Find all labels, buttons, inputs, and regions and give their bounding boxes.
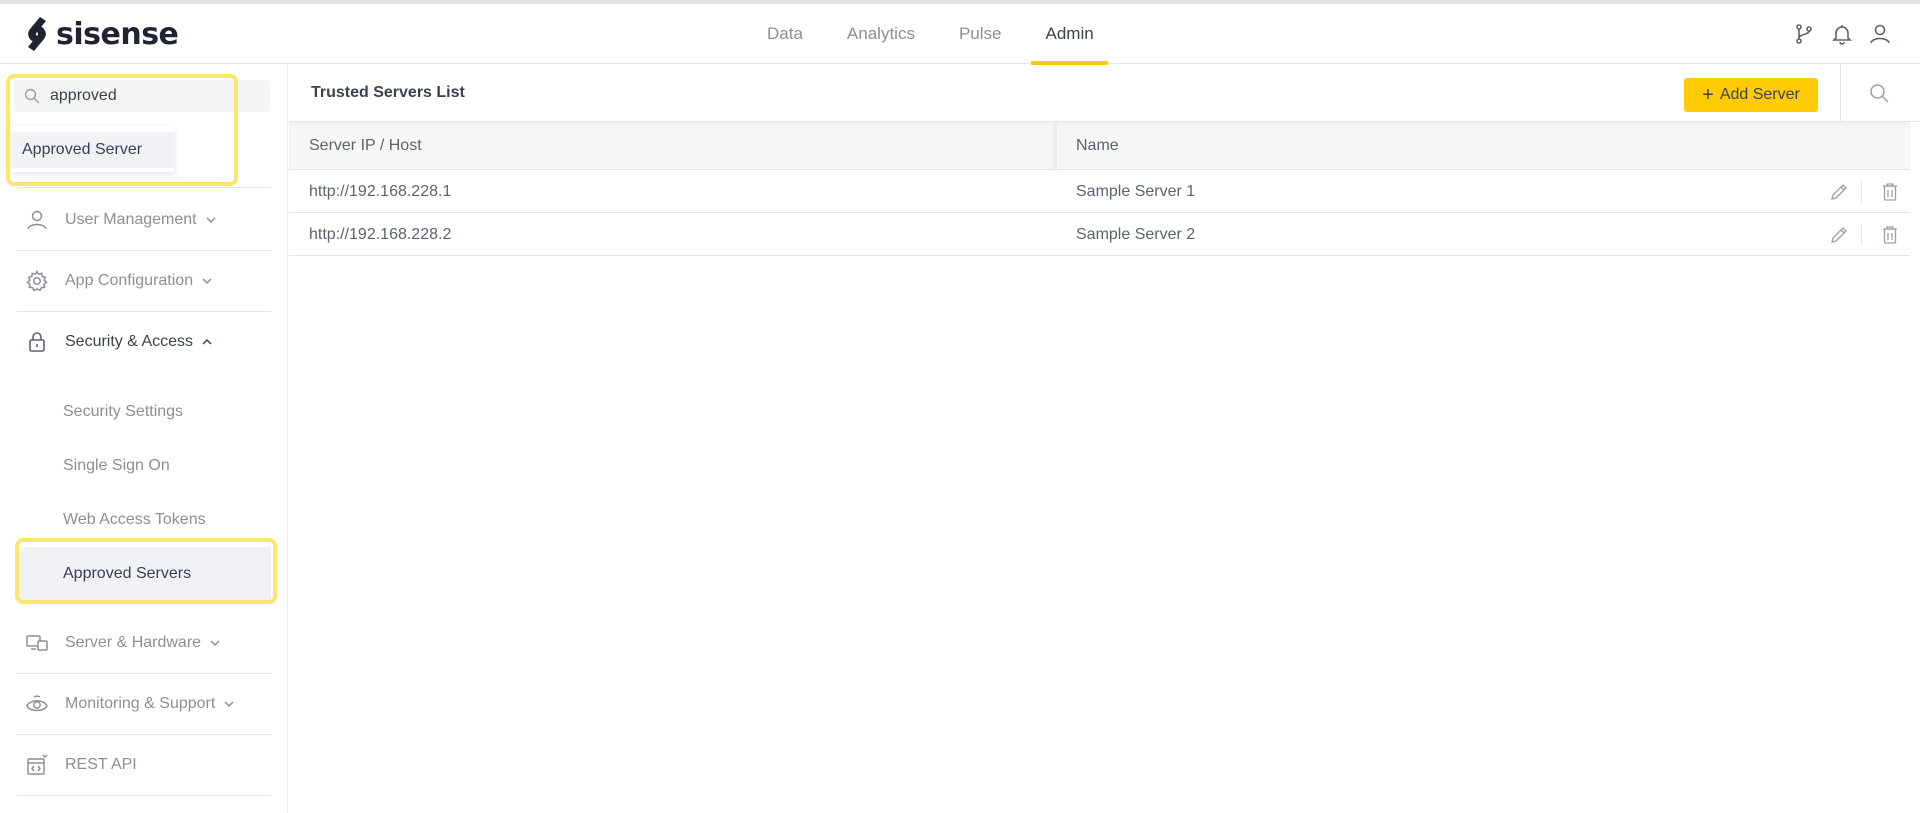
sisense-logo[interactable]: sisense [22, 14, 179, 54]
divider [17, 795, 271, 796]
chevron-down-icon [206, 217, 216, 224]
divider [17, 734, 271, 735]
search-suggestions: Approved Server [12, 126, 174, 172]
user-icon[interactable] [1868, 22, 1892, 46]
divider [1861, 181, 1862, 203]
table-header: Server IP / Host Name [289, 122, 1910, 170]
sidebar-item-label: Server & Hardware [65, 634, 202, 651]
sidebar-subitem-single-sign-on[interactable]: Single Sign On [17, 439, 271, 493]
sidebar-item-label: App Configuration [65, 272, 194, 289]
main-content: Trusted Servers List + Add Server Server… [289, 64, 1920, 813]
sidebar-subitem-web-access-tokens[interactable]: Web Access Tokens [17, 493, 271, 547]
monitoring-icon [26, 695, 48, 712]
chevron-down-icon [202, 278, 212, 285]
tab-data[interactable]: Data [745, 4, 825, 64]
sidebar-item-user-management[interactable]: User Management [17, 196, 271, 244]
main-header: Trusted Servers List + Add Server [289, 64, 1920, 122]
divider [17, 311, 271, 312]
tab-pulse[interactable]: Pulse [937, 4, 1024, 64]
sidebar: Approved Server User Management App Conf… [0, 64, 288, 813]
divider [1840, 64, 1841, 122]
divider [17, 673, 271, 674]
sidebar-item-monitoring-support[interactable]: Monitoring & Support [17, 680, 271, 728]
gear-icon [26, 270, 48, 292]
user-icon [27, 210, 47, 230]
bell-icon[interactable] [1830, 22, 1854, 46]
edit-pencil-icon[interactable] [1829, 225, 1849, 245]
chevron-down-icon [210, 640, 220, 647]
logo-text: sisense [56, 16, 179, 52]
lock-icon [29, 332, 45, 352]
column-header-name[interactable]: Name [1076, 122, 1119, 170]
add-server-label: Add Server [1719, 86, 1800, 103]
cell-server-ip: http://192.168.228.2 [309, 225, 452, 243]
server-hardware-icon [26, 635, 48, 651]
sidebar-search-input[interactable] [50, 80, 260, 112]
sidebar-search [14, 80, 270, 112]
sidebar-item-label: User Management [65, 211, 197, 228]
plus-icon: + [1702, 84, 1714, 106]
trash-icon[interactable] [1881, 225, 1899, 245]
add-server-button[interactable]: + Add Server [1684, 78, 1818, 112]
cell-server-name: Sample Server 1 [1076, 182, 1196, 200]
trash-icon[interactable] [1881, 182, 1899, 202]
sidebar-item-label: Monitoring & Support [65, 695, 216, 712]
suggestion-approved-server[interactable]: Approved Server [12, 132, 174, 168]
api-icon [27, 754, 48, 775]
sidebar-item-rest-api[interactable]: REST API [17, 741, 271, 789]
sidebar-item-server-hardware[interactable]: Server & Hardware [17, 619, 271, 667]
main-nav: Data Analytics Pulse Admin [745, 4, 1116, 65]
tab-analytics[interactable]: Analytics [825, 4, 937, 64]
divider [17, 250, 271, 251]
sidebar-item-label: REST API [65, 756, 137, 773]
sidebar-item-app-configuration[interactable]: App Configuration [17, 257, 271, 305]
top-bar: sisense Data Analytics Pulse Admin [0, 4, 1920, 65]
top-icons [1792, 22, 1892, 46]
column-header-ip[interactable]: Server IP / Host [309, 122, 422, 170]
chevron-up-icon [202, 338, 212, 345]
search-icon [24, 88, 40, 104]
edit-pencil-icon[interactable] [1829, 182, 1849, 202]
sidebar-item-security-access[interactable]: Security & Access [17, 318, 271, 366]
table-row: http://192.168.228.2 Sample Server 2 [289, 213, 1910, 256]
table-row: http://192.168.228.1 Sample Server 1 [289, 170, 1910, 213]
search-icon[interactable] [1869, 83, 1889, 103]
divider [17, 187, 271, 188]
sisense-logo-icon [28, 17, 46, 51]
servers-table: Server IP / Host Name http://192.168.228… [289, 122, 1910, 256]
page-title: Trusted Servers List [311, 84, 465, 101]
sidebar-item-label: Security & Access [65, 333, 194, 350]
column-resize-handle[interactable] [1053, 122, 1057, 170]
sidebar-subitem-security-settings[interactable]: Security Settings [17, 385, 271, 439]
sidebar-subitem-approved-servers[interactable]: Approved Servers [17, 547, 271, 601]
cell-server-ip: http://192.168.228.1 [309, 182, 452, 200]
chevron-down-icon [224, 701, 234, 708]
branch-icon[interactable] [1792, 22, 1816, 46]
cell-server-name: Sample Server 2 [1076, 225, 1196, 243]
tab-admin[interactable]: Admin [1023, 4, 1115, 65]
divider [1861, 224, 1862, 246]
